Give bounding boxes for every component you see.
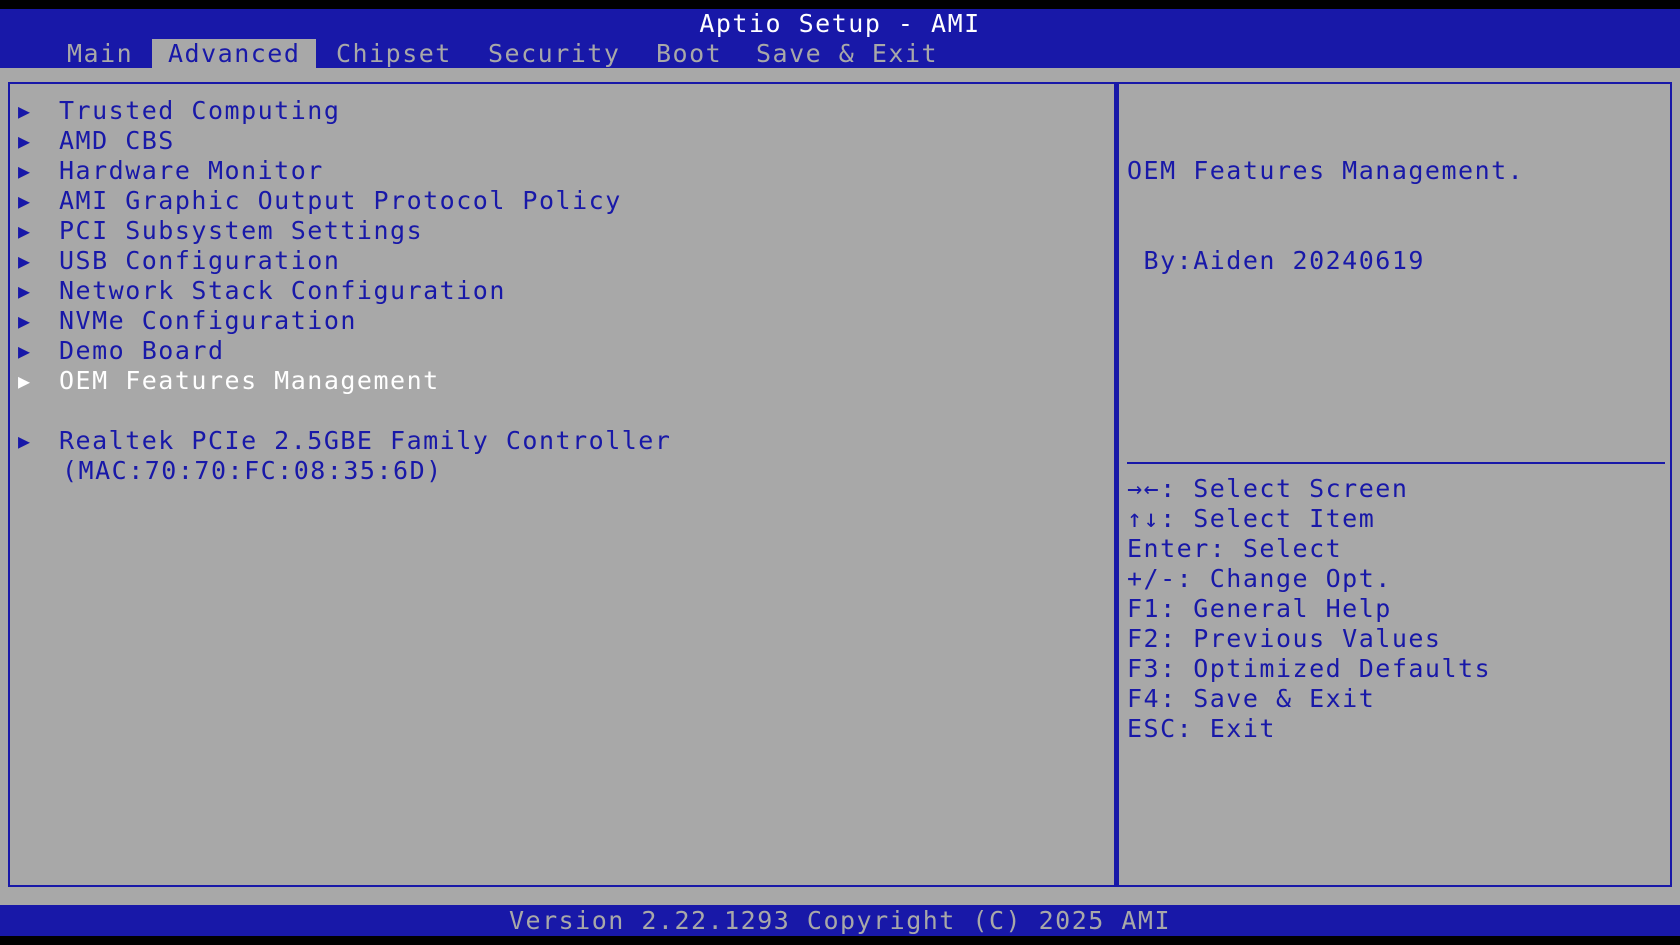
app-title: Aptio Setup - AMI	[699, 9, 981, 38]
menu-item-label: PCI Subsystem Settings	[59, 216, 424, 245]
key-general-help: F1: General Help	[1127, 594, 1392, 623]
menu-item-label: AMD CBS	[59, 126, 175, 155]
help-line-2: By:Aiden 20240619	[1127, 246, 1425, 275]
submenu-arrow-icon: ▶	[18, 189, 32, 213]
menu-panel: ▶ Trusted Computing ▶ AMD CBS ▶ Hardware…	[8, 82, 1116, 887]
submenu-arrow-icon: ▶	[18, 99, 32, 123]
tab-security[interactable]: Security	[472, 39, 636, 68]
submenu-arrow-icon: ▶	[18, 309, 32, 333]
help-divider	[1127, 462, 1665, 464]
menu-item-label: Hardware Monitor	[59, 156, 324, 185]
submenu-arrow-icon: ▶	[18, 219, 32, 243]
key-select-item: ↑↓: Select Item	[1127, 504, 1376, 533]
submenu-arrow-icon: ▶	[18, 129, 32, 153]
submenu-arrow-icon: ▶	[18, 369, 32, 393]
menu-item-label: Trusted Computing	[59, 96, 341, 125]
tab-chipset[interactable]: Chipset	[320, 39, 468, 68]
submenu-arrow-icon: ▶	[18, 279, 32, 303]
menu-item-label: USB Configuration	[59, 246, 341, 275]
mac-address-text: (MAC:70:70:FC:08:35:6D)	[62, 456, 443, 485]
submenu-arrow-icon: ▶	[18, 429, 32, 453]
submenu-arrow-icon: ▶	[18, 339, 32, 363]
submenu-arrow-icon: ▶	[18, 249, 32, 273]
key-previous-values: F2: Previous Values	[1127, 624, 1442, 653]
key-enter-select: Enter: Select	[1127, 534, 1343, 563]
main-area: ▶ Trusted Computing ▶ AMD CBS ▶ Hardware…	[0, 68, 1680, 905]
key-select-screen: →←: Select Screen	[1127, 474, 1409, 503]
menu-item-label: OEM Features Management	[59, 366, 440, 395]
tab-main[interactable]: Main	[51, 39, 149, 68]
key-save-exit: F4: Save & Exit	[1127, 684, 1376, 713]
tab-advanced[interactable]: Advanced	[152, 39, 317, 68]
menu-item-label: Network Stack Configuration	[59, 276, 506, 305]
item-help-text: OEM Features Management. By:Aiden 202406…	[1127, 96, 1524, 336]
help-panel: OEM Features Management. By:Aiden 202406…	[1116, 82, 1672, 887]
menu-item-label: Demo Board	[59, 336, 225, 365]
submenu-arrow-icon: ▶	[18, 159, 32, 183]
menu-item-label: AMI Graphic Output Protocol Policy	[59, 186, 622, 215]
tab-save-exit[interactable]: Save & Exit	[740, 39, 954, 68]
tab-boot[interactable]: Boot	[640, 39, 738, 68]
key-change-opt: +/-: Change Opt.	[1127, 564, 1392, 593]
menu-item-label: Realtek PCIe 2.5GBE Family Controller	[59, 426, 672, 455]
version-footer: Version 2.22.1293 Copyright (C) 2025 AMI	[0, 905, 1680, 936]
top-header-bar: Aptio Setup - AMI Main Advanced Chipset …	[0, 9, 1680, 68]
key-esc-exit: ESC: Exit	[1127, 714, 1276, 743]
menu-item-label: NVMe Configuration	[59, 306, 357, 335]
key-optimized-defaults: F3: Optimized Defaults	[1127, 654, 1492, 683]
help-line-1: OEM Features Management.	[1127, 156, 1525, 185]
